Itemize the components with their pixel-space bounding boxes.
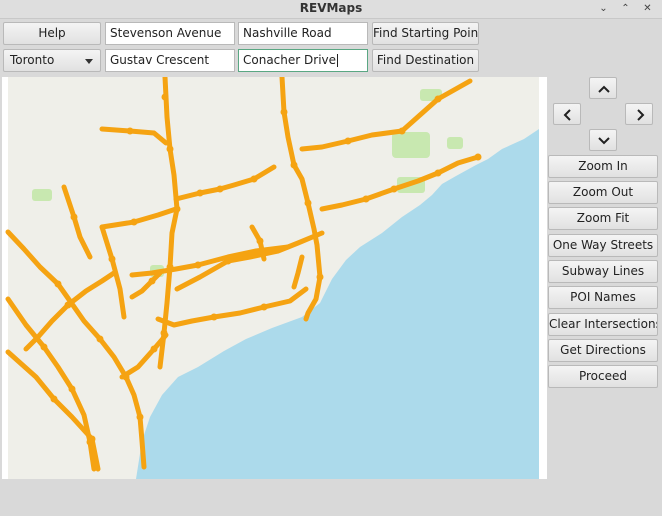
dest-street-2-value: Conacher Drive [243, 53, 337, 67]
proceed-button[interactable]: Proceed [548, 365, 658, 388]
pan-right-button[interactable] [625, 103, 653, 125]
one-way-streets-button[interactable]: One Way Streets [548, 234, 658, 257]
chevron-left-icon [563, 109, 571, 121]
poi-names-button[interactable]: POI Names [548, 286, 658, 309]
zoom-fit-button[interactable]: Zoom Fit [548, 207, 658, 230]
map-right-margin [539, 77, 547, 479]
clear-intersections-button[interactable]: Clear Intersections [548, 313, 658, 336]
map-left-margin [2, 77, 8, 479]
help-button[interactable]: Help [3, 22, 101, 45]
window-title: REVMaps [299, 1, 363, 15]
chevron-right-icon [637, 109, 645, 121]
start-street-2-field[interactable]: Nashville Road [238, 22, 368, 45]
find-destination-button[interactable]: Find Destination [372, 49, 479, 72]
chevron-down-icon [598, 137, 610, 145]
zoom-in-button[interactable]: Zoom In [548, 155, 658, 178]
minimize-icon[interactable]: ⌄ [597, 2, 610, 15]
subway-lines-button[interactable]: Subway Lines [548, 260, 658, 283]
pan-up-button[interactable] [589, 77, 617, 99]
dest-street-2-field[interactable]: Conacher Drive [238, 49, 368, 72]
city-select-value: Toronto [10, 53, 55, 67]
find-starting-point-button[interactable]: Find Starting Point [372, 22, 479, 45]
zoom-out-button[interactable]: Zoom Out [548, 181, 658, 204]
pan-left-button[interactable] [553, 103, 581, 125]
close-icon[interactable]: ✕ [641, 2, 654, 15]
dest-street-1-field[interactable]: Gustav Crescent [105, 49, 235, 72]
maximize-icon[interactable]: ⌃ [619, 2, 632, 15]
map-canvas[interactable] [2, 77, 547, 479]
get-directions-button[interactable]: Get Directions [548, 339, 658, 362]
dropdown-arrow-icon [85, 59, 93, 64]
title-bar: REVMaps ⌄ ⌃ ✕ [0, 0, 662, 19]
map-svg[interactable] [2, 77, 547, 479]
chevron-up-icon [598, 85, 610, 93]
city-select[interactable]: Toronto [3, 49, 101, 72]
start-street-1-field[interactable]: Stevenson Avenue [105, 22, 235, 45]
pan-down-button[interactable] [589, 129, 617, 151]
text-caret [337, 54, 339, 67]
